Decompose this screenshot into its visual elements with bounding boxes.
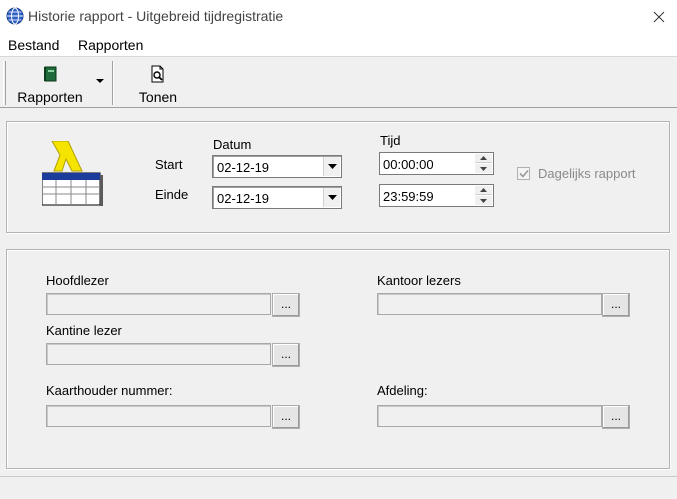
kantoor-lezers-browse-button[interactable]: ... <box>602 293 630 317</box>
hoofdlezer-browse-button[interactable]: ... <box>272 293 300 317</box>
arrow-down-icon <box>480 166 487 171</box>
toolbar-grip[interactable] <box>3 61 6 105</box>
menu-bar: Bestand Rapporten <box>0 34 677 57</box>
daily-report-checkbox[interactable] <box>517 167 530 180</box>
book-icon <box>44 66 57 82</box>
afdeling-label: Afdeling: <box>377 383 428 398</box>
start-date-combo[interactable]: 02-12-19 <box>212 155 342 178</box>
arrow-up-icon <box>480 156 487 160</box>
kantoor-lezers-field[interactable] <box>377 293 602 315</box>
start-date-dropdown-button[interactable] <box>323 157 340 176</box>
kantoor-lezers-label: Kantoor lezers <box>377 273 461 288</box>
hoofdlezer-label: Hoofdlezer <box>46 273 109 288</box>
title-bar: Historie rapport - Uitgebreid tijdregist… <box>0 0 677 34</box>
kaarthouder-field[interactable] <box>46 405 271 427</box>
tonen-button[interactable]: Tonen <box>134 61 182 105</box>
tonen-label: Tonen <box>138 89 178 105</box>
rapporten-toolbar-label: Rapporten <box>17 89 83 105</box>
kaarthouder-browse-button[interactable]: ... <box>272 405 300 429</box>
chevron-down-icon <box>327 163 337 169</box>
start-date-value: 02-12-19 <box>217 160 270 175</box>
menu-bestand[interactable]: Bestand <box>8 37 59 53</box>
end-date-dropdown-button[interactable] <box>323 188 340 207</box>
start-time-down-button[interactable] <box>475 164 492 173</box>
end-time-spinner[interactable]: 23:59:59 <box>379 184 494 207</box>
rapporten-toolbar-button[interactable]: Rapporten <box>10 61 90 105</box>
print-preview-icon <box>151 65 164 83</box>
kantine-lezer-browse-button[interactable]: ... <box>272 343 300 367</box>
kaarthouder-label: Kaarthouder nummer: <box>46 383 173 398</box>
chevron-down-icon[interactable] <box>94 77 106 85</box>
tijd-header: Tijd <box>380 133 401 148</box>
report-calendar-icon <box>42 141 103 206</box>
end-date-value: 02-12-19 <box>217 191 270 206</box>
kantine-lezer-label: Kantine lezer <box>46 323 122 338</box>
start-time-spinner[interactable]: 00:00:00 <box>379 152 494 175</box>
afdeling-field[interactable] <box>377 405 602 427</box>
chevron-down-icon <box>327 194 337 200</box>
datum-header: Datum <box>213 137 252 152</box>
close-icon <box>653 11 665 23</box>
afdeling-browse-button[interactable]: ... <box>602 405 630 429</box>
toolbar-separator <box>112 61 114 105</box>
start-time-up-button[interactable] <box>475 154 492 163</box>
arrow-down-icon <box>480 198 487 203</box>
start-time-value: 00:00:00 <box>383 157 434 172</box>
einde-label: Einde <box>155 187 189 202</box>
kantine-lezer-field[interactable] <box>46 343 271 365</box>
window-title: Historie rapport - Uitgebreid tijdregist… <box>28 8 284 24</box>
end-time-down-button[interactable] <box>475 196 492 205</box>
start-label: Start <box>155 157 183 172</box>
close-button[interactable] <box>644 5 674 29</box>
arrow-up-icon <box>480 188 487 192</box>
toolbar: Rapporten Tonen <box>0 58 677 108</box>
end-time-up-button[interactable] <box>475 186 492 195</box>
globe-icon <box>6 7 24 25</box>
menu-rapporten[interactable]: Rapporten <box>78 37 143 53</box>
daily-report-label: Dagelijks rapport <box>538 166 636 181</box>
hoofdlezer-field[interactable] <box>46 293 271 315</box>
status-bar <box>0 476 677 499</box>
end-date-combo[interactable]: 02-12-19 <box>212 186 342 209</box>
checkmark-icon <box>518 169 529 178</box>
end-time-value: 23:59:59 <box>383 189 434 204</box>
